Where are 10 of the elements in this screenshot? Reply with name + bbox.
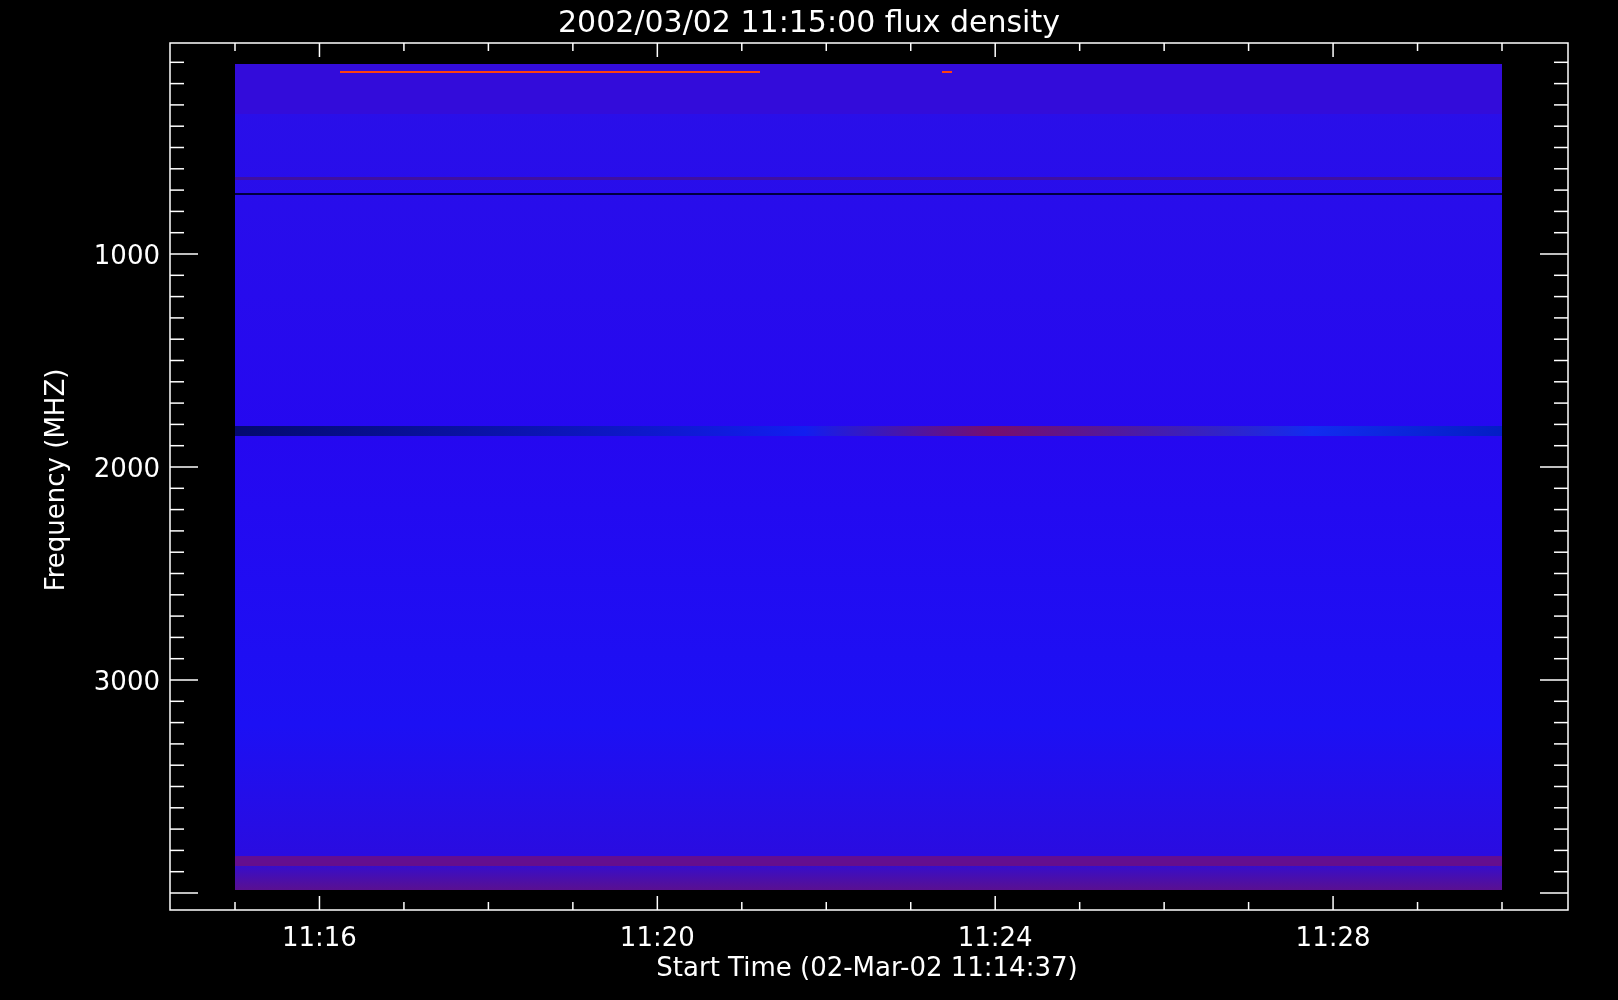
y-axis-label: Frequency (MHZ) bbox=[40, 368, 70, 592]
x-tick-label: 11:20 bbox=[619, 922, 695, 952]
y-tick-label: 2000 bbox=[93, 453, 160, 483]
x-tick-label: 11:16 bbox=[282, 922, 357, 952]
x-axis-label: Start Time (02-Mar-02 11:14:37) bbox=[656, 952, 1078, 982]
plot-title: 2002/03/02 11:15:00 flux density bbox=[558, 4, 1060, 39]
y-tick-label: 3000 bbox=[93, 666, 160, 696]
y-tick-label: 1000 bbox=[93, 240, 160, 270]
x-tick-label: 11:24 bbox=[957, 922, 1033, 952]
x-tick-label: 11:28 bbox=[1295, 922, 1371, 952]
